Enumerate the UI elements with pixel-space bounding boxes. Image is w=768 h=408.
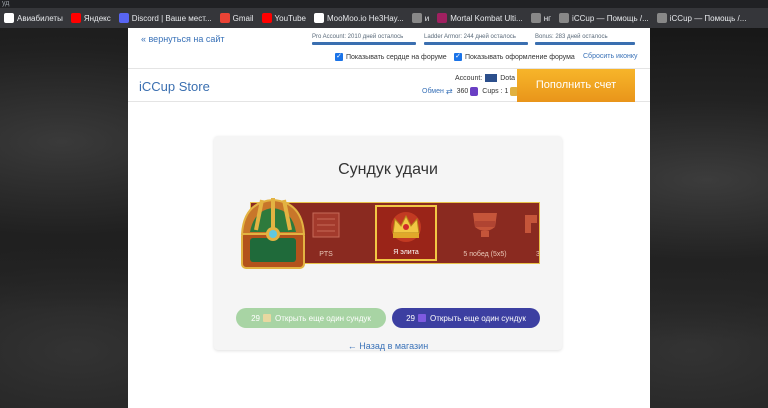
main-panel: « вернуться на сайт Pro Account: 2010 дн… bbox=[128, 28, 650, 408]
bookmark-item[interactable]: Discord | Ваше мест... bbox=[115, 8, 216, 28]
bonus-bar bbox=[535, 42, 635, 45]
bookmark-label: YouTube bbox=[274, 13, 306, 23]
bookmark-item[interactable]: и bbox=[408, 8, 433, 28]
bookmark-label: Яндекс bbox=[83, 13, 111, 23]
roulette-slot-partial: 3 bbox=[523, 205, 540, 261]
bookmarks-bar: Авиабилеты Яндекс Discord | Ваше мест... Gm… bbox=[0, 8, 768, 28]
lucky-chest-title: Сундук удачи bbox=[338, 161, 438, 178]
coins-balance: 360 bbox=[456, 88, 469, 95]
mk-icon bbox=[437, 13, 448, 23]
bookmark-item[interactable]: YouTube bbox=[258, 8, 310, 28]
cups-price: 29 bbox=[251, 313, 260, 323]
open-chest-cups-label: Открыть еще один сундук bbox=[275, 313, 371, 323]
bookmark-item[interactable]: Gmail bbox=[216, 8, 258, 28]
youtube-icon bbox=[261, 13, 272, 23]
pro-icon bbox=[525, 215, 537, 233]
crown-icon bbox=[391, 212, 421, 242]
bonus-label: Bonus: 283 дней осталось bbox=[535, 34, 608, 40]
show-heart-checkbox[interactable]: ✓ Показывать сердце на форуме bbox=[335, 53, 447, 61]
bookmark-label: Авиабилеты bbox=[17, 13, 63, 23]
address-bar[interactable]: уд bbox=[0, 0, 768, 8]
slot-caption: 5 побед (5x5) bbox=[463, 251, 507, 258]
address-text: уд bbox=[2, 0, 10, 7]
cups-value: 1 bbox=[504, 88, 509, 95]
bookmark-label: и bbox=[424, 13, 430, 23]
ladder-armor-stat: Ladder Armor: 244 дней осталось bbox=[424, 34, 528, 45]
cups-label: Cups : bbox=[482, 88, 503, 95]
top-info-bar: « вернуться на сайт Pro Account: 2010 дн… bbox=[128, 28, 650, 68]
trophy-icon bbox=[473, 213, 497, 237]
site-icon bbox=[530, 13, 541, 23]
coins-price: 29 bbox=[406, 313, 415, 323]
roulette-slot-elite: Я элита bbox=[375, 205, 437, 261]
bookmark-item[interactable]: Mortal Kombat Ulti... bbox=[433, 8, 526, 28]
iccup-icon bbox=[559, 13, 570, 23]
checkbox-checked-icon: ✓ bbox=[454, 53, 462, 61]
roulette-slot-wins: 5 побед (5x5) bbox=[445, 205, 525, 261]
back-to-shop-link[interactable]: ← Назад в магазин bbox=[214, 341, 562, 351]
balance-row: Обмен ⇄ 360 Cups : 1 bbox=[422, 87, 522, 96]
checkbox-checked-icon: ✓ bbox=[335, 53, 343, 61]
account-info: Account: Dota bbox=[455, 74, 515, 82]
treasure-chest-icon bbox=[240, 198, 306, 269]
bookmark-item[interactable]: Яндекс bbox=[67, 8, 115, 28]
exchange-swap-icon[interactable]: ⇄ bbox=[446, 87, 453, 96]
bonus-stat: Bonus: 283 дней осталось bbox=[535, 34, 635, 45]
ladder-armor-label: Ladder Armor: 244 дней осталось bbox=[424, 34, 516, 40]
gmail-icon bbox=[219, 13, 230, 23]
coin-icon bbox=[418, 314, 426, 322]
reset-icon-link[interactable]: Сбросить иконку bbox=[583, 53, 638, 60]
show-style-checkbox[interactable]: ✓ Показывать оформление форума bbox=[454, 53, 575, 61]
back-to-site-link[interactable]: « вернуться на сайт bbox=[141, 34, 224, 44]
slot-caption: Я элита bbox=[393, 249, 419, 256]
account-label: Account: bbox=[455, 74, 483, 82]
bookmark-label: iCCup — Помощь /... bbox=[669, 13, 747, 23]
bookmark-label: Gmail bbox=[232, 13, 254, 23]
account-game: Dota bbox=[500, 74, 516, 82]
bookmark-label: iCCup — Помощь /... bbox=[572, 13, 649, 23]
bookmark-label: MooMoo.io He3Hay... bbox=[326, 13, 404, 23]
show-style-label: Показывать оформление форума bbox=[465, 53, 575, 61]
bookmark-item[interactable]: нг bbox=[527, 8, 555, 28]
bookmark-item[interactable]: iCCup — Помощь /... bbox=[555, 8, 653, 28]
exchange-link[interactable]: Обмен bbox=[422, 88, 444, 95]
open-chest-coins-label: Открыть еще один сундук bbox=[430, 313, 526, 323]
plane-icon bbox=[4, 13, 14, 23]
open-chest-cups-button[interactable]: 29 Открыть еще один сундук bbox=[236, 308, 386, 328]
pro-account-bar bbox=[312, 42, 416, 45]
bookmark-label: Mortal Kombat Ulti... bbox=[450, 13, 523, 23]
cup-icon bbox=[263, 314, 271, 322]
lucky-chest-card: Сундук удачи PTS Я элита 5 побед (5x5) 3… bbox=[214, 136, 562, 351]
bookmark-label: нг bbox=[543, 13, 552, 23]
store-title: iCCup Store bbox=[139, 79, 210, 94]
pro-account-label: Pro Account: 2010 дней осталось bbox=[312, 34, 404, 40]
pro-account-stat: Pro Account: 2010 дней осталось bbox=[312, 34, 416, 45]
bookmark-label: Discord | Ваше мест... bbox=[131, 13, 212, 23]
open-chest-coins-button[interactable]: 29 Открыть еще один сундук bbox=[392, 308, 540, 328]
bookmark-item[interactable]: MooMoo.io He3Hay... bbox=[310, 8, 408, 28]
topup-button[interactable]: Пополнить счет bbox=[517, 69, 635, 102]
coin-icon bbox=[470, 87, 479, 96]
dota-icon bbox=[485, 74, 498, 82]
discord-icon bbox=[118, 13, 129, 23]
yandex-icon bbox=[70, 13, 81, 23]
bookmark-item[interactable]: iCCup — Помощь /... bbox=[653, 8, 751, 28]
show-heart-label: Показывать сердце на форуме bbox=[346, 53, 447, 61]
ladder-armor-bar bbox=[424, 42, 528, 45]
site-icon bbox=[411, 13, 422, 23]
iccup-icon bbox=[656, 13, 667, 23]
moomoo-icon bbox=[313, 13, 324, 23]
slot-caption: 3 bbox=[536, 251, 540, 258]
bookmark-item[interactable]: Авиабилеты bbox=[0, 8, 67, 28]
